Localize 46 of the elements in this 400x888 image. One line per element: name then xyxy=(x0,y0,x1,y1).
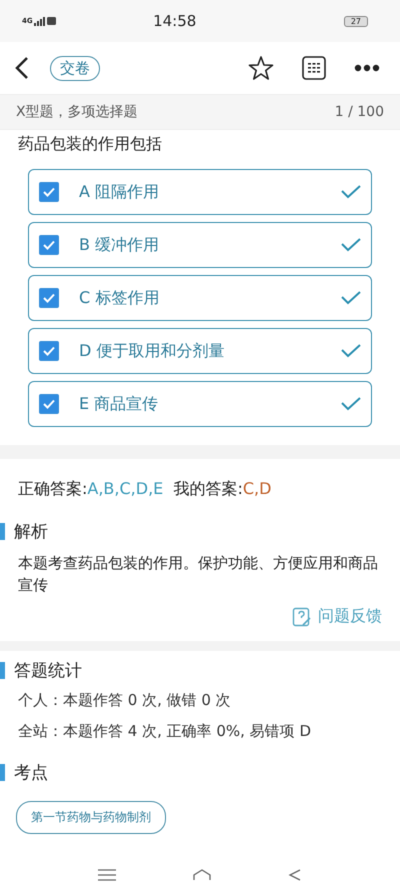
answer-option[interactable]: E 商品宣传 xyxy=(28,381,372,427)
section-marker xyxy=(0,764,5,780)
checkmark-icon xyxy=(43,187,55,197)
question-edit-icon xyxy=(292,606,312,626)
star-icon[interactable] xyxy=(248,55,274,81)
option-label: C 标签作用 xyxy=(79,288,160,308)
question-type: X型题，多项选择题 xyxy=(16,103,138,121)
clock-time: 14:58 xyxy=(152,12,198,30)
checkmark-icon xyxy=(43,399,55,409)
checkbox[interactable] xyxy=(39,182,59,202)
section-heading: 解析 xyxy=(14,520,48,542)
checkbox[interactable] xyxy=(39,394,59,414)
back-icon[interactable] xyxy=(14,56,30,80)
stats-line: 全站：本题作答 4 次, 正确率 0%, 易错项 D xyxy=(17,721,312,742)
grid-icon[interactable] xyxy=(302,56,326,80)
signal-icon xyxy=(34,16,56,26)
section-heading: 考点 xyxy=(14,762,48,784)
checkbox[interactable] xyxy=(39,341,59,361)
home-icon[interactable] xyxy=(192,869,212,881)
answer-summary: 正确答案:A,B,C,D,E 我的答案:C,D xyxy=(18,479,272,498)
checkmark-icon xyxy=(43,240,55,250)
option-label: B 缓冲作用 xyxy=(79,234,160,256)
checkmark-icon xyxy=(43,293,55,303)
answer-option[interactable]: B 缓冲作用 xyxy=(28,222,372,268)
menu-icon[interactable] xyxy=(98,869,116,881)
answer-option[interactable]: A 阻隔作用 xyxy=(28,169,372,215)
answer-option[interactable]: C 标签作用 xyxy=(28,275,372,321)
checkbox[interactable] xyxy=(39,235,59,255)
back-nav-icon[interactable] xyxy=(288,869,302,881)
feedback-button[interactable]: 问题反馈 xyxy=(292,602,382,631)
checkbox[interactable] xyxy=(39,288,59,308)
submit-button[interactable]: 交卷 xyxy=(50,56,100,80)
option-label: A 阻隔作用 xyxy=(79,182,160,202)
section-heading: 答题统计 xyxy=(14,660,82,682)
option-label: D 便于取用和分剂量 xyxy=(79,340,226,362)
topic-tag[interactable]: 第一节药物与药物制剂 xyxy=(16,801,166,834)
section-marker xyxy=(0,662,5,678)
more-icon[interactable] xyxy=(354,64,380,72)
section-marker xyxy=(0,522,5,540)
question-text: 药品包装的作用包括 xyxy=(17,133,163,155)
battery-indicator: 27 xyxy=(344,16,368,26)
checkmark-icon xyxy=(43,346,55,356)
analysis-text: 本题考查药品包装的作用。保护功能、方便应用和商品宣传 xyxy=(18,553,379,596)
stats-line: 个人：本题作答 0 次, 做错 0 次 xyxy=(17,690,232,711)
answer-option[interactable]: D 便于取用和分剂量 xyxy=(28,328,372,374)
option-label: E 商品宣传 xyxy=(79,394,160,414)
